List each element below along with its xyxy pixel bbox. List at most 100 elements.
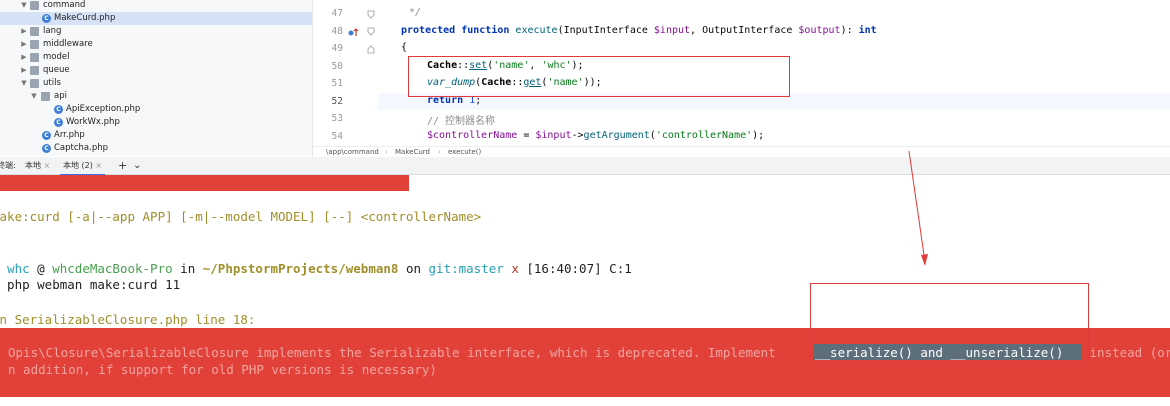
line-number: 51: [331, 78, 343, 89]
close-icon[interactable]: ×: [44, 161, 51, 170]
tree-item-workwx[interactable]: C WorkWx.php: [0, 116, 312, 129]
string: 'controllerName': [655, 130, 753, 141]
tree-item-makecurd[interactable]: C MakeCurd.php: [0, 12, 312, 25]
usage-line: make:curd [-a|--app APP] [-m|--model MOD…: [0, 209, 482, 224]
prompt-dirty: x: [503, 261, 527, 276]
line-number: 54: [331, 131, 343, 142]
line-number: 48: [331, 26, 343, 37]
tree-item-lang[interactable]: ▶ lang: [0, 25, 312, 38]
add-tab-button[interactable]: +: [118, 157, 127, 174]
breadcrumb-item[interactable]: \app\command: [326, 147, 379, 157]
variable: $output: [798, 25, 841, 36]
tab-local[interactable]: 本地 ×: [25, 157, 50, 174]
tab-local-2[interactable]: 本地 (2) ×: [60, 157, 106, 176]
chevron-down-icon[interactable]: ▼: [20, 0, 28, 12]
prompt-line: # whc @ whcdeMacBook-Pro in ~/PhpstormPr…: [0, 261, 632, 276]
chevron-right-icon[interactable]: ▶: [20, 38, 28, 51]
line-number: 50: [331, 61, 343, 72]
code-text: , OutputInterface: [690, 25, 799, 36]
error-location: in SerializableClosure.php line 18:: [0, 312, 256, 327]
fold-icon[interactable]: [367, 45, 375, 54]
prompt-exit-code: C:1: [601, 261, 632, 276]
tree-item-label: ApiException.php: [66, 104, 141, 114]
line-number: 52: [331, 96, 343, 107]
tree-item-label: queue: [43, 65, 70, 75]
breadcrumb-item[interactable]: execute(): [448, 147, 481, 157]
tree-item-api[interactable]: ▼ api: [0, 90, 312, 103]
fold-icon[interactable]: [367, 27, 375, 36]
breadcrumb: \app\command › MakeCurd › execute(): [313, 146, 1170, 157]
breadcrumb-separator-icon: ›: [438, 148, 441, 156]
code-line-47: */: [409, 7, 421, 18]
tree-item-label: Arr.php: [54, 130, 85, 140]
override-method-icon[interactable]: [348, 27, 360, 39]
code-text: {: [401, 42, 408, 53]
error-text-line2: n addition, if support for old PHP versi…: [8, 362, 437, 377]
tree-item-queue[interactable]: ▶ queue: [0, 64, 312, 77]
chevron-right-icon[interactable]: ▶: [20, 25, 28, 38]
tree-item-utils[interactable]: ▼ utils: [0, 77, 312, 90]
php-class-icon: C: [42, 144, 51, 153]
tree-item-apiexception[interactable]: C ApiException.php: [0, 103, 312, 116]
close-icon[interactable]: ×: [95, 161, 102, 170]
tree-item-label: command: [43, 0, 86, 10]
chevron-down-icon[interactable]: ▼: [20, 77, 28, 90]
terminal-tab-bar: 终端: 本地 × 本地 (2) × + ⌄: [0, 157, 1170, 176]
error-bar: [0, 175, 409, 191]
fold-icon[interactable]: [367, 10, 375, 19]
prompt-git-branch: git:master: [428, 261, 504, 276]
breadcrumb-separator-icon: ›: [385, 148, 388, 156]
folder-icon: [30, 1, 39, 10]
folder-icon: [30, 79, 39, 88]
code-line-49: {: [401, 42, 407, 53]
chevron-right-icon[interactable]: ▶: [20, 64, 28, 77]
chevron-down-icon[interactable]: ⌄: [133, 157, 141, 174]
tree-item-captcha[interactable]: C Captcha.php: [0, 142, 312, 155]
prompt-text: on: [398, 261, 429, 276]
keyword: function: [461, 25, 510, 36]
keyword: int: [858, 25, 877, 36]
tree-item-arr[interactable]: C Arr.php: [0, 129, 312, 142]
tree-item-middleware[interactable]: ▶ middleware: [0, 38, 312, 51]
fold-gutter: [363, 0, 378, 146]
folder-icon: [30, 53, 39, 62]
prompt-text: @: [29, 261, 53, 276]
prompt-text: in: [172, 261, 203, 276]
prompt-path: ~/PhpstormProjects/webman8: [202, 261, 399, 276]
code-line-48: protected function execute(InputInterfac…: [401, 25, 877, 36]
project-tree: ▼ command C MakeCurd.php ▶ lang ▶ middle…: [0, 0, 313, 156]
code-editor[interactable]: 47 48 49 50 51 52 53 54 */ protected fun…: [313, 0, 1170, 146]
code-text: );: [752, 130, 765, 141]
prompt-time: [16:40:07]: [526, 261, 602, 276]
tab-label: 本地: [25, 161, 41, 170]
tree-item-label: api: [54, 91, 67, 101]
line-number: 49: [331, 43, 343, 54]
code-text: =: [517, 130, 536, 141]
tab-label: 本地 (2): [63, 161, 93, 170]
line-number: 53: [331, 113, 343, 124]
php-class-icon: C: [42, 131, 51, 140]
annotation-box: [810, 283, 1089, 361]
tree-item-model[interactable]: ▶ model: [0, 51, 312, 64]
folder-icon: [41, 92, 50, 101]
function-name: getArgument: [583, 130, 650, 141]
tree-item-label: utils: [43, 78, 61, 88]
folder-icon: [30, 27, 39, 36]
chevron-right-icon[interactable]: ▶: [20, 51, 28, 64]
tree-item-label: WorkWx.php: [66, 117, 120, 127]
php-class-icon: C: [54, 118, 63, 127]
command-text: php webman make:curd 11: [0, 277, 181, 292]
tree-item-command[interactable]: ▼ command: [0, 0, 312, 12]
prompt-user: whc: [7, 261, 30, 276]
chevron-down-icon[interactable]: ▼: [30, 90, 38, 103]
comment: // 控制器名称: [427, 116, 496, 127]
code-text: ):: [840, 25, 859, 36]
breadcrumb-item[interactable]: MakeCurd: [395, 147, 430, 157]
code-text: (InputInterface: [557, 25, 654, 36]
php-class-icon: C: [54, 105, 63, 114]
line-number: 47: [331, 8, 343, 19]
tree-item-label: model: [43, 52, 70, 62]
prompt-host: whcdeMacBook-Pro: [52, 261, 173, 276]
variable: $controllerName: [427, 130, 518, 141]
tree-item-label: Captcha.php: [54, 143, 109, 153]
